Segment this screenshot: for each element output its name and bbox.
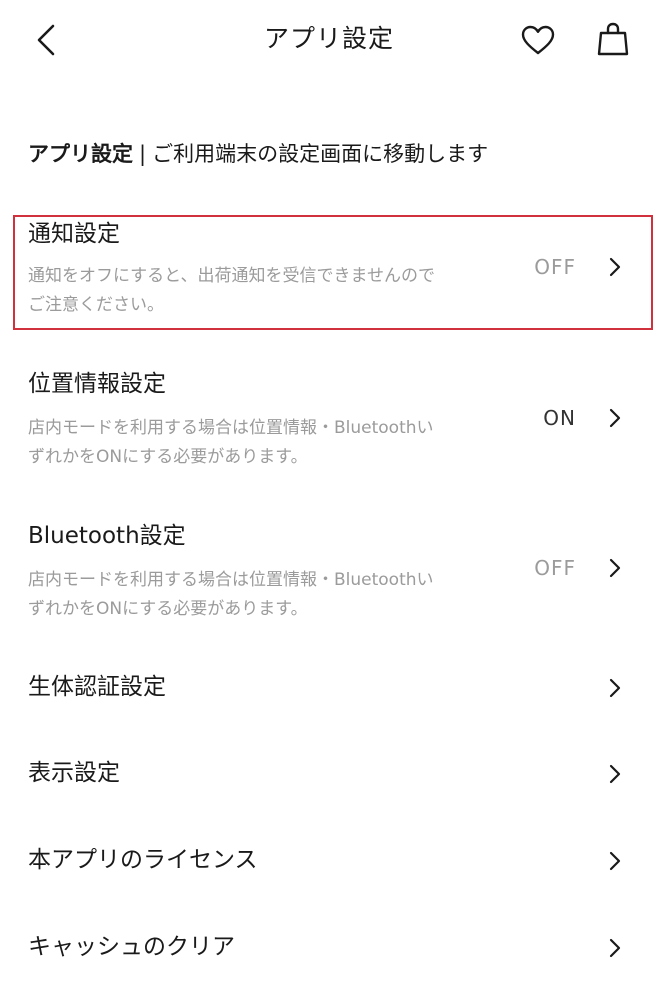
row-title: 通知設定 xyxy=(28,221,120,247)
row-title: 生体認証設定 xyxy=(28,674,166,700)
row-description-line2: ずれかをONにする必要があります。 xyxy=(28,599,308,619)
row-description-line1: 店内モードを利用する場合は位置情報・Bluetoothい xyxy=(28,570,434,590)
row-title: キャッシュのクリア xyxy=(28,934,235,960)
section-description: ご利用端末の設定画面に移動します xyxy=(152,142,489,166)
section-separator: | xyxy=(139,142,147,166)
chevron-right-icon xyxy=(609,938,621,958)
row-title: Bluetooth設定 xyxy=(28,523,186,549)
app-settings-screen: アプリ設定 アプリ設定 | ご利用端末の設定画面に移動します 通知設定 通知をオフに… xyxy=(0,0,658,1000)
shopping-bag-icon xyxy=(597,22,629,56)
status-value: OFF xyxy=(534,255,576,279)
chevron-right-icon xyxy=(609,851,621,871)
page-title: アプリ設定 xyxy=(263,24,394,53)
chevron-right-icon xyxy=(609,678,621,698)
bluetooth-settings-row[interactable]: Bluetooth設定 店内モードを利用する場合は位置情報・Bluetoothい… xyxy=(0,517,658,627)
chevron-right-icon xyxy=(609,558,621,578)
chevron-right-icon xyxy=(609,257,621,277)
display-settings-row[interactable]: 表示設定 xyxy=(0,746,658,802)
status-value: ON xyxy=(543,406,576,430)
section-heading: アプリ設定 | ご利用端末の設定画面に移動します xyxy=(28,138,488,170)
header-bar: アプリ設定 xyxy=(0,0,658,78)
clear-cache-row[interactable]: キャッシュのクリア xyxy=(0,920,658,976)
row-description-line1: 店内モードを利用する場合は位置情報・Bluetoothい xyxy=(28,418,434,438)
notification-settings-row[interactable]: 通知設定 通知をオフにすると、出荷通知を受信できませんので ご注意ください。 O… xyxy=(0,215,658,330)
location-settings-row[interactable]: 位置情報設定 店内モードを利用する場合は位置情報・Bluetoothい ずれかを… xyxy=(0,365,658,475)
row-description-line1: 通知をオフにすると、出荷通知を受信できませんので xyxy=(28,266,435,286)
row-title: 位置情報設定 xyxy=(28,371,166,397)
favorite-button[interactable] xyxy=(517,20,559,60)
row-description-line2: ずれかをONにする必要があります。 xyxy=(28,447,308,467)
status-value: OFF xyxy=(534,556,576,580)
license-row[interactable]: 本アプリのライセンス xyxy=(0,833,658,889)
chevron-right-icon xyxy=(609,408,621,428)
section-title: アプリ設定 xyxy=(28,142,133,166)
row-title: 本アプリのライセンス xyxy=(28,847,258,873)
chevron-right-icon xyxy=(609,764,621,784)
heart-icon xyxy=(521,25,555,55)
biometric-settings-row[interactable]: 生体認証設定 xyxy=(0,660,658,716)
row-description-line2: ご注意ください。 xyxy=(28,295,164,315)
cart-button[interactable] xyxy=(592,18,634,60)
chevron-left-icon xyxy=(37,24,55,56)
row-title: 表示設定 xyxy=(28,760,120,786)
back-button[interactable] xyxy=(26,20,66,60)
